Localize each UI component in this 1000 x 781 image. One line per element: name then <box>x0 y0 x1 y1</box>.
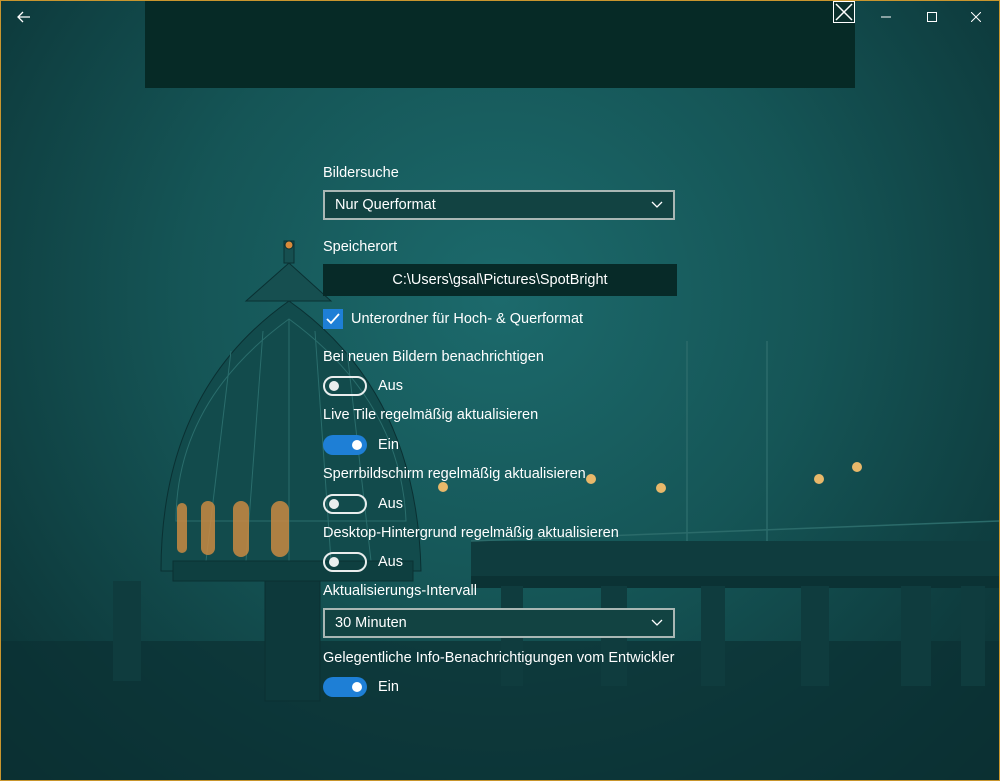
maximize-button[interactable] <box>909 1 955 33</box>
banner-close-button[interactable] <box>833 1 855 23</box>
image-search-label: Bildersuche <box>323 165 399 181</box>
live-tile-toggle[interactable] <box>323 435 367 455</box>
image-search-dropdown[interactable]: Nur Querformat <box>323 190 675 220</box>
storage-path-text: C:\Users\gsal\Pictures\SpotBright <box>392 272 608 288</box>
image-search-value: Nur Querformat <box>335 197 436 213</box>
live-tile-state: Ein <box>378 437 399 453</box>
desktop-toggle[interactable] <box>323 552 367 572</box>
desktop-label: Desktop-Hintergrund regelmäßig aktualisi… <box>323 525 619 541</box>
interval-value: 30 Minuten <box>335 615 407 631</box>
storage-path-button[interactable]: C:\Users\gsal\Pictures\SpotBright <box>323 264 677 296</box>
close-icon <box>971 12 981 22</box>
dev-info-state: Ein <box>378 679 399 695</box>
close-window-button[interactable] <box>953 1 999 33</box>
close-icon <box>835 3 853 21</box>
toggle-knob <box>352 682 362 692</box>
maximize-icon <box>927 12 937 22</box>
live-tile-setting: Ein <box>323 435 399 455</box>
minimize-button[interactable] <box>863 1 909 33</box>
minimize-icon <box>881 16 891 18</box>
lockscreen-state: Aus <box>378 496 403 512</box>
storage-label: Speicherort <box>323 239 398 255</box>
live-tile-label: Live Tile regelmäßig aktualisieren <box>323 407 539 423</box>
back-arrow-icon <box>17 11 30 23</box>
dev-info-label: Gelegentliche Info-Benachrichtigungen vo… <box>323 650 675 666</box>
subfolders-label: Unterordner für Hoch- & Querformat <box>351 311 584 327</box>
notify-new-setting: Aus <box>323 376 403 396</box>
desktop-state: Aus <box>378 554 403 570</box>
chevron-down-icon <box>651 201 663 208</box>
dev-info-setting: Ein <box>323 677 399 697</box>
app-window: Bildersuche Nur Querformat Speicherort C… <box>0 0 1000 781</box>
ad-banner <box>145 1 855 88</box>
notify-new-state: Aus <box>378 378 403 394</box>
chevron-down-icon <box>651 619 663 626</box>
toggle-knob <box>329 499 339 509</box>
lockscreen-toggle[interactable] <box>323 494 367 514</box>
dev-info-toggle[interactable] <box>323 677 367 697</box>
lockscreen-setting: Aus <box>323 494 403 514</box>
subfolders-option[interactable]: Unterordner für Hoch- & Querformat <box>323 309 583 329</box>
toggle-knob <box>329 557 339 567</box>
desktop-setting: Aus <box>323 552 403 572</box>
notify-new-label: Bei neuen Bildern benachrichtigen <box>323 349 544 365</box>
notify-new-toggle[interactable] <box>323 376 367 396</box>
checkmark-icon <box>326 313 340 325</box>
interval-label: Aktualisierungs-Intervall <box>323 583 477 599</box>
lockscreen-label: Sperrbildschirm regelmäßig aktualisieren <box>323 466 586 482</box>
subfolders-checkbox[interactable] <box>323 309 343 329</box>
interval-dropdown[interactable]: 30 Minuten <box>323 608 675 638</box>
back-button[interactable] <box>1 1 47 33</box>
toggle-knob <box>329 381 339 391</box>
toggle-knob <box>352 440 362 450</box>
